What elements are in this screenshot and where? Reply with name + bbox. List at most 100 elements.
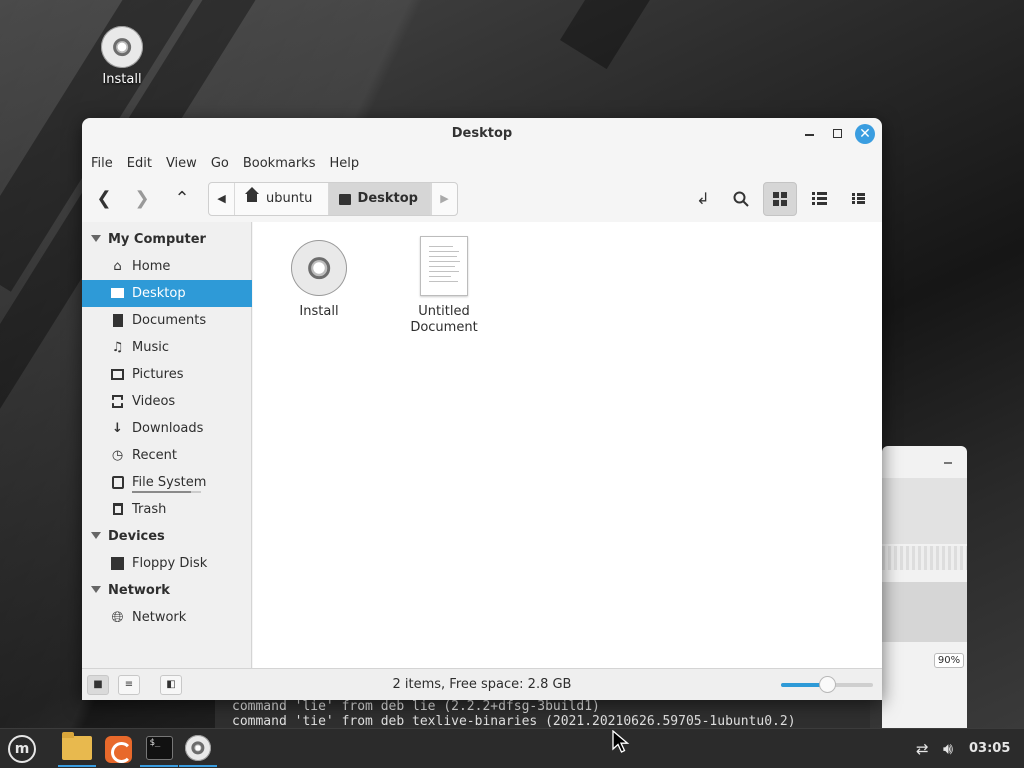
text-document-icon [420,236,468,296]
sidebar-item-label: Downloads [132,421,204,436]
drive-icon [110,475,125,490]
file-manager-window: Desktop ✕ File Edit View Go Bookmarks He… [82,118,882,700]
search-button[interactable] [724,182,758,216]
breadcrumb: ◀ ubuntu Desktop ▶ [208,182,458,216]
taskbar-files-button[interactable] [58,731,96,767]
sidebar-section-my-computer[interactable]: My Computer [82,226,252,253]
section-title: My Computer [108,232,206,247]
file-item-untitled-document[interactable]: Untitled Document [399,236,489,336]
sidebar-section-devices[interactable]: Devices [82,523,252,550]
sidebar-item-floppy-disk[interactable]: Floppy Disk [82,550,252,577]
sidebar-item-trash[interactable]: Trash [82,496,252,523]
sidebar-item-desktop[interactable]: Desktop [82,280,252,307]
close-icon: ✕ [859,126,871,142]
breadcrumb-label: ubuntu [266,191,313,206]
path-scroll-left-button[interactable]: ◀ [209,183,235,215]
clock[interactable]: 03:05 [969,729,1010,768]
main-menu-button[interactable]: m [3,731,41,767]
sidebar-icon: ◧ [166,679,176,690]
sidebar-item-label: Home [132,259,171,274]
taskbar-install-button[interactable] [179,731,217,767]
file-label: Install [299,304,339,319]
trash-icon [110,502,125,517]
back-arrow-icon: ❮ [96,188,112,209]
grid-view-icon [773,192,787,206]
toggle-location-button[interactable]: ↲ [686,182,720,216]
desktop-icon [110,286,125,301]
volume-button[interactable]: 🔊︎ [943,729,953,768]
sidebar-item-label: Videos [132,394,176,409]
taskbar-terminal-button[interactable]: $_ [140,731,178,767]
compact-view-button[interactable] [841,182,875,216]
section-title: Network [108,583,170,598]
breadcrumb-desktop[interactable]: Desktop [329,183,431,215]
taskbar-firefox-button[interactable] [99,731,137,767]
close-button[interactable]: ✕ [855,124,875,144]
sidebar-item-pictures[interactable]: Pictures [82,361,252,388]
background-window[interactable]: 90% [882,446,967,728]
breadcrumb-ubuntu[interactable]: ubuntu [235,183,329,215]
sidebar-item-label: Pictures [132,367,184,382]
sidebar-item-label: Network [132,610,187,625]
menu-view[interactable]: View [166,152,197,176]
sidebar-item-label: Floppy Disk [132,556,208,571]
file-item-install[interactable]: Install [274,238,364,320]
zoom-slider-handle[interactable] [819,676,836,693]
sidebar-section-network[interactable]: Network [82,577,252,604]
list-view-button[interactable] [802,182,836,216]
network-status-button[interactable]: ⇄ [916,729,929,768]
taskbar: m $_ ⇄ 🔊︎ 03:05 [0,728,1024,768]
zoom-level[interactable]: 90% [934,653,964,668]
sidebar-item-videos[interactable]: Videos [82,388,252,415]
floppy-icon [110,556,125,571]
music-icon: ♫ [111,340,124,355]
desktop-install-icon[interactable]: Install [92,22,152,87]
bg-window-pane [882,582,967,642]
sidebar-item-documents[interactable]: Documents [82,307,252,334]
icon-view-button[interactable] [763,182,797,216]
folder-icon: ■ [93,679,103,690]
minimize-button[interactable] [800,125,818,143]
status-bar: 2 items, Free space: 2.8 GB ■ ≡ ◧ [82,668,882,700]
back-button[interactable]: ❮ [89,184,119,214]
file-label-line-1: Untitled [418,304,470,319]
home-icon [245,187,259,205]
sidebar-item-label: File System [132,475,207,490]
zoom-slider[interactable] [781,676,873,693]
menu-file[interactable]: File [91,152,113,176]
file-view[interactable]: Install Untitled Document [253,222,882,668]
sidebar-item-file-system[interactable]: File System [82,469,252,496]
disc-icon [185,735,211,761]
picture-icon [110,367,125,382]
terminal-line: command 'lie' from deb lie (2.2.2+dfsg-3… [232,699,600,714]
forward-button[interactable]: ❯ [127,184,157,214]
menu-bookmarks[interactable]: Bookmarks [243,152,316,176]
sidebar-item-label: Music [132,340,169,355]
maximize-button[interactable] [828,125,846,143]
disc-icon [101,26,143,68]
sidebar-item-home[interactable]: ⌂ Home [82,253,252,280]
sidebar-item-music[interactable]: ♫ Music [82,334,252,361]
bg-window-header [882,478,967,544]
minimize-icon[interactable] [944,462,952,464]
sidebar-item-label: Documents [132,313,207,328]
sidebar-item-recent[interactable]: ◷ Recent [82,442,252,469]
sidebar-item-network[interactable]: 🌐︎ Network [82,604,252,631]
home-icon: ⌂ [113,259,122,274]
menu-help[interactable]: Help [329,152,359,176]
menu-edit[interactable]: Edit [127,152,152,176]
caret-left-icon: ◀ [217,192,226,205]
path-scroll-right-button[interactable]: ▶ [431,183,457,215]
show-tree-button[interactable]: ≡ [118,675,140,695]
toolbar: ❮ ❯ ⌃ ◀ ubuntu Desktop ▶ ↲ [82,180,882,218]
terminal-line: command 'tie' from deb texlive-binaries … [232,714,796,729]
expander-icon [91,586,101,593]
toggle-sidebar-button[interactable]: ◧ [160,675,182,695]
up-button[interactable]: ⌃ [167,184,197,214]
menu-go[interactable]: Go [211,152,229,176]
file-label-line-2: Document [410,320,478,335]
show-places-button[interactable]: ■ [87,675,109,695]
document-icon [110,313,125,328]
location-icon: ↲ [696,189,710,208]
sidebar-item-downloads[interactable]: ↓ Downloads [82,415,252,442]
